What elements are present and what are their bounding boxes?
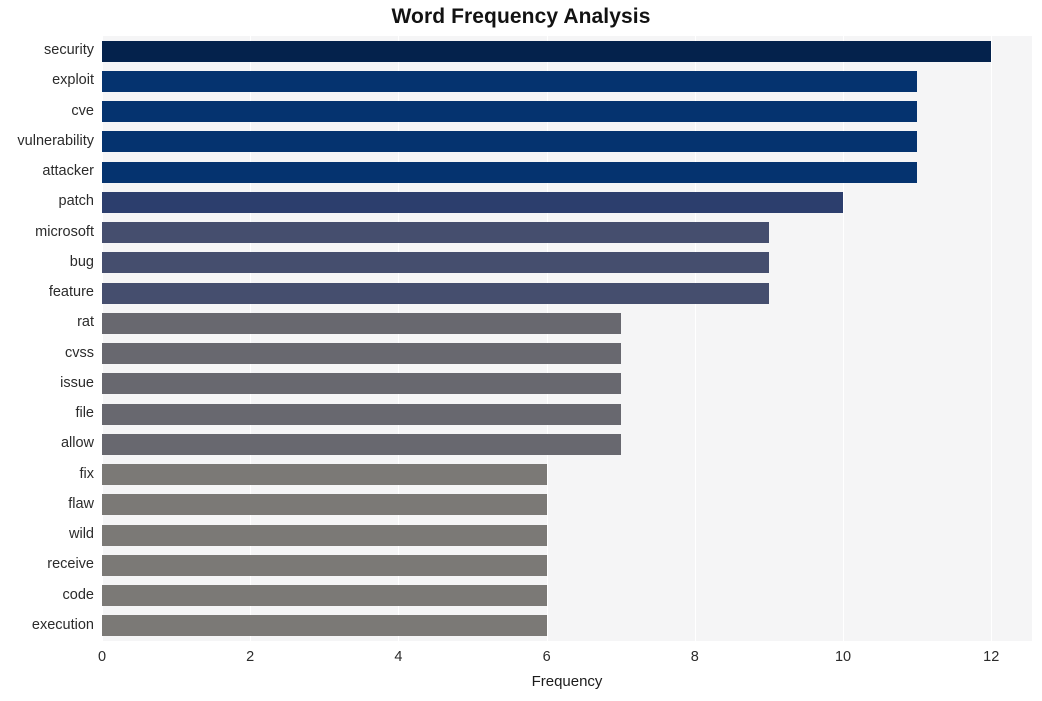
bar-wild [102,524,547,546]
x-tick-label-10: 10 [834,649,852,665]
bar-row [102,312,1032,334]
bar-row [102,585,1032,607]
bar-allow [102,433,621,455]
x-tick-label-6: 6 [542,649,551,665]
bar-flaw [102,494,547,516]
bar-feature [102,282,769,304]
bar-security [102,40,992,62]
y-tick-label-exploit: exploit [52,72,94,89]
bar-row [102,464,1032,486]
bar-row [102,101,1032,123]
y-tick-label-fix: fix [79,465,95,482]
bar-bug [102,252,769,274]
bar-vulnerability [102,131,918,153]
chart-figure: Word Frequency Analysis security exploit c… [0,0,1042,701]
bar-row [102,615,1032,637]
bar-row [102,494,1032,516]
bar-cvss [102,343,621,365]
y-tick-label-microsoft: microsoft [35,223,94,240]
y-tick-label-rat: rat [77,314,94,331]
y-tick-label-feature: feature [48,284,94,301]
y-tick-label-flaw: flaw [68,495,94,512]
plot-area [102,36,1032,641]
bar-exploit [102,70,918,92]
bar-receive [102,554,547,576]
y-tick-label-receive: receive [47,556,94,573]
bar-row [102,191,1032,213]
bar-row [102,433,1032,455]
y-tick-label-bug: bug [69,253,94,270]
bar-issue [102,373,621,395]
bar-execution [102,615,547,637]
bar-rat [102,312,621,334]
y-tick-label-execution: execution [31,616,94,633]
y-tick-label-allow: allow [60,435,94,452]
y-tick-label-patch: patch [58,193,94,210]
bar-fix [102,464,547,486]
bar-row [102,40,1032,62]
x-axis-tick-labels: 0 2 4 6 8 10 12 [98,641,1032,671]
y-tick-label-cvss: cvss [65,344,94,361]
bar-row [102,373,1032,395]
bar-row [102,524,1032,546]
bar-row [102,282,1032,304]
bar-file [102,403,621,425]
y-tick-label-attacker: attacker [42,163,94,180]
x-tick-label-2: 2 [246,649,255,665]
bar-row [102,252,1032,274]
bar-row [102,403,1032,425]
x-tick-label-8: 8 [690,649,699,665]
y-tick-label-code: code [62,586,94,603]
x-axis-title: Frequency [531,673,603,690]
bar-code [102,585,547,607]
y-tick-label-file: file [75,405,94,422]
y-tick-label-security: security [44,42,94,59]
bar-patch [102,191,844,213]
x-tick-label-12: 12 [983,649,1000,665]
x-tick-label-4: 4 [394,649,403,665]
bar-row [102,131,1032,153]
y-tick-label-issue: issue [60,374,94,391]
bar-row [102,161,1032,183]
x-tick-label-0: 0 [97,649,107,665]
bar-cve [102,101,918,123]
bar-microsoft [102,222,769,244]
bar-series [102,36,1032,641]
y-tick-label-vulnerability: vulnerability [17,132,94,149]
bar-row [102,222,1032,244]
y-axis-tick-labels: security exploit cve vulnerability attacker p… [0,36,94,641]
bar-row [102,554,1032,576]
chart-title: Word Frequency Analysis [391,5,651,28]
y-tick-label-wild: wild [69,526,94,543]
bar-row [102,343,1032,365]
bar-row [102,70,1032,92]
y-tick-label-cve: cve [71,102,94,119]
bar-attacker [102,161,918,183]
